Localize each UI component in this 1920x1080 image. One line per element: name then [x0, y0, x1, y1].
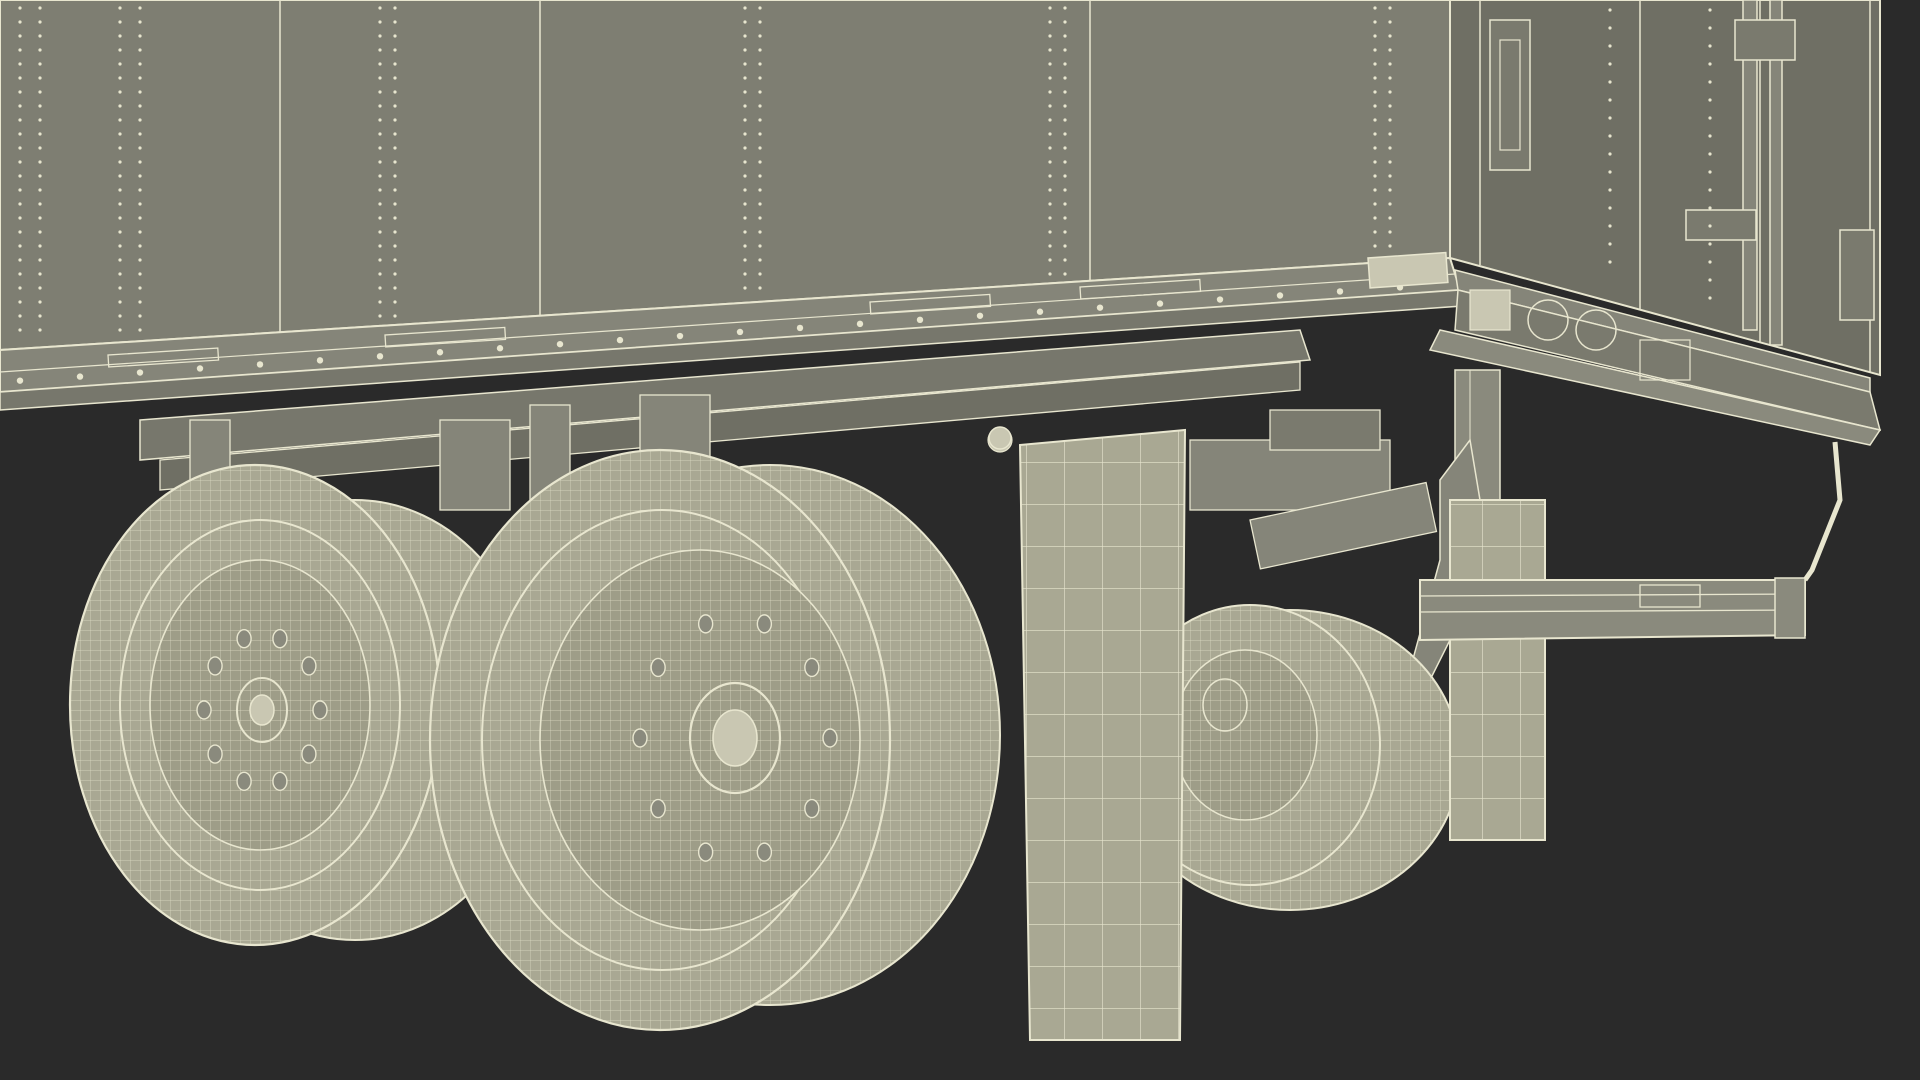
side-marker-light [1367, 251, 1449, 289]
right-wheel [428, 448, 1001, 1032]
render-viewport [0, 0, 1920, 1080]
mudflap-front [1018, 428, 1187, 1041]
wireframe-render [0, 0, 1920, 1080]
frame-light [988, 426, 1012, 450]
mudflap-rear [1449, 499, 1546, 841]
